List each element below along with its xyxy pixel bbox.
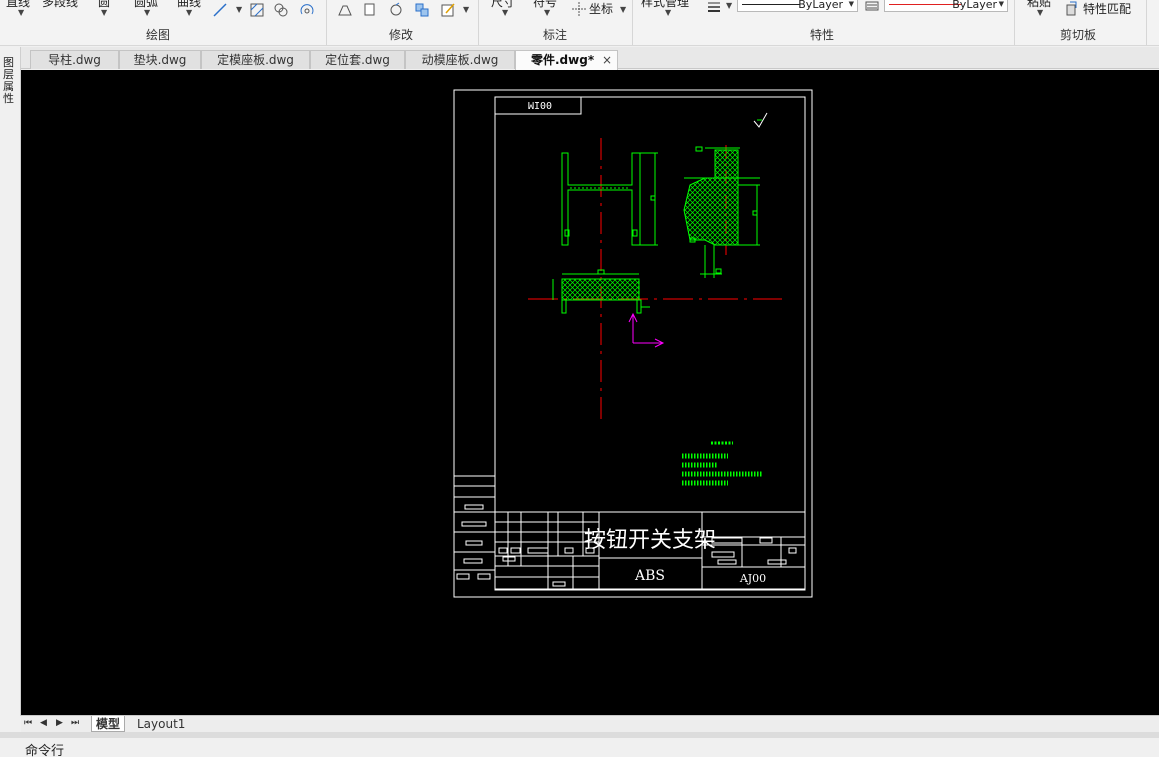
stretch-icon[interactable]: [337, 2, 353, 18]
tab-ding-wei-tao[interactable]: 定位套.dwg: [310, 50, 405, 69]
modify-panel-title: 修改: [389, 28, 414, 42]
chevron-down-icon[interactable]: ▼: [620, 5, 626, 14]
chevron-down-icon[interactable]: ▼: [463, 5, 469, 14]
chevron-down-icon[interactable]: ▼: [144, 8, 150, 17]
linetype-value: ByLayer: [798, 0, 843, 11]
tab-label: 垫块.dwg: [133, 53, 187, 67]
tab-dong-mo-zuo-ban[interactable]: 动模座板.dwg: [405, 50, 515, 69]
chevron-down-icon[interactable]: ▼: [502, 8, 508, 17]
linetype-icon[interactable]: [864, 0, 880, 15]
margin-block: [453, 475, 496, 580]
draw-panel-title: 绘图: [146, 28, 171, 42]
rotate-icon[interactable]: [388, 2, 404, 18]
next-layout-icon[interactable]: ▶: [56, 718, 63, 728]
panel-separator: [478, 0, 479, 45]
layer-properties-sidebar: 图层属性: [0, 47, 21, 716]
drawing-canvas[interactable]: 00IM 按钮开关支架 ABS AJ00: [21, 70, 1159, 716]
hatch-icon[interactable]: [249, 2, 265, 18]
color-select[interactable]: ByLayer ▼: [884, 0, 1008, 12]
polyline-tool-button[interactable]: 多段线: [42, 0, 78, 10]
linetype-preview: [742, 4, 800, 5]
color-value: ByLayer: [952, 0, 997, 11]
close-icon[interactable]: ×: [602, 51, 612, 69]
tab-label: 动模座板.dwg: [421, 53, 499, 67]
front-view: [561, 152, 658, 246]
chevron-down-icon: ▼: [998, 0, 1004, 8]
tab-ding-mo-zuo-ban[interactable]: 定模座板.dwg: [201, 50, 310, 69]
chevron-down-icon[interactable]: ▼: [18, 8, 24, 17]
layer-properties-button[interactable]: 图层属性: [3, 57, 17, 105]
tab-layout1[interactable]: Layout1: [133, 716, 189, 732]
previous-layout-icon[interactable]: ◀: [40, 718, 47, 728]
annotation-panel-title: 标注: [543, 28, 568, 42]
first-layout-icon[interactable]: ⏮: [24, 718, 32, 728]
tab-ling-jian[interactable]: 零件.dwg* ×: [515, 50, 618, 70]
construction-line-icon[interactable]: [212, 2, 228, 18]
chevron-down-icon: ▼: [848, 0, 854, 8]
coordinate-button[interactable]: 坐标: [589, 0, 613, 17]
region-icon[interactable]: [273, 2, 289, 18]
match-properties-icon[interactable]: [1064, 0, 1080, 16]
boundary-icon[interactable]: [299, 2, 315, 18]
drawing-sheet: 00IM 按钮开关支架 ABS AJ00: [453, 89, 813, 598]
chevron-down-icon[interactable]: ▼: [544, 8, 550, 17]
code-box-text: 00IM: [528, 99, 552, 110]
linetype-select[interactable]: ByLayer ▼: [737, 0, 858, 12]
material-text: ABS: [634, 568, 665, 584]
properties-panel-title: 特性: [810, 28, 835, 42]
color-preview: [889, 4, 961, 5]
part-name-text: 按钮开关支架: [584, 528, 716, 553]
lineweight-icon[interactable]: [706, 0, 722, 14]
chevron-down-icon[interactable]: ▼: [726, 1, 732, 10]
copy-icon[interactable]: [362, 2, 378, 18]
tab-dao-zhu[interactable]: 导柱.dwg: [30, 50, 119, 69]
match-properties-button[interactable]: 特性匹配: [1083, 0, 1131, 17]
panel-separator: [632, 0, 633, 45]
tab-model[interactable]: 模型: [91, 716, 126, 732]
tab-label: 定位套.dwg: [325, 53, 390, 67]
ribbon: 直线 ▼ 多段线 圆 ▼ 圆弧 ▼ 曲线 ▼ ▼ 绘图 ▼ 修改 尺寸 ▼ 符号…: [0, 0, 1159, 46]
section-view: [683, 146, 760, 278]
last-layout-icon[interactable]: ⏭: [71, 718, 79, 728]
command-line-label: 命令行: [25, 744, 65, 757]
tab-label: 零件.dwg*: [531, 53, 595, 67]
tab-label: 定模座板.dwg: [217, 53, 294, 67]
panel-separator: [326, 0, 327, 45]
tab-dian-kuai[interactable]: 垫块.dwg: [119, 50, 201, 69]
technical-notes: [682, 441, 762, 486]
coordinate-icon[interactable]: [571, 1, 587, 17]
chevron-down-icon[interactable]: ▼: [236, 5, 242, 14]
edit-icon[interactable]: [440, 2, 456, 18]
clipboard-panel-title: 剪切板: [1060, 28, 1097, 42]
array-icon[interactable]: [414, 2, 430, 18]
chevron-down-icon[interactable]: ▼: [101, 8, 107, 17]
chevron-down-icon[interactable]: ▼: [1037, 8, 1043, 17]
document-tab-strip: 导柱.dwg 垫块.dwg 定模座板.dwg 定位套.dwg 动模座板.dwg …: [0, 47, 1159, 70]
command-line[interactable]: 命令行: [0, 738, 1159, 757]
ucs-icon: [628, 312, 665, 348]
tab-label: 导柱.dwg: [48, 53, 101, 67]
chevron-down-icon[interactable]: ▼: [186, 8, 192, 17]
layout-tab-bar: ⏮ ◀ ▶ ⏭ 模型 Layout1: [21, 715, 1159, 732]
drawing-number-text: AJ00: [739, 572, 766, 585]
panel-separator: [1146, 0, 1147, 45]
chevron-down-icon[interactable]: ▼: [665, 8, 671, 17]
panel-separator: [1014, 0, 1015, 45]
cad-application-window: 直线 ▼ 多段线 圆 ▼ 圆弧 ▼ 曲线 ▼ ▼ 绘图 ▼ 修改 尺寸 ▼ 符号…: [0, 0, 1159, 757]
